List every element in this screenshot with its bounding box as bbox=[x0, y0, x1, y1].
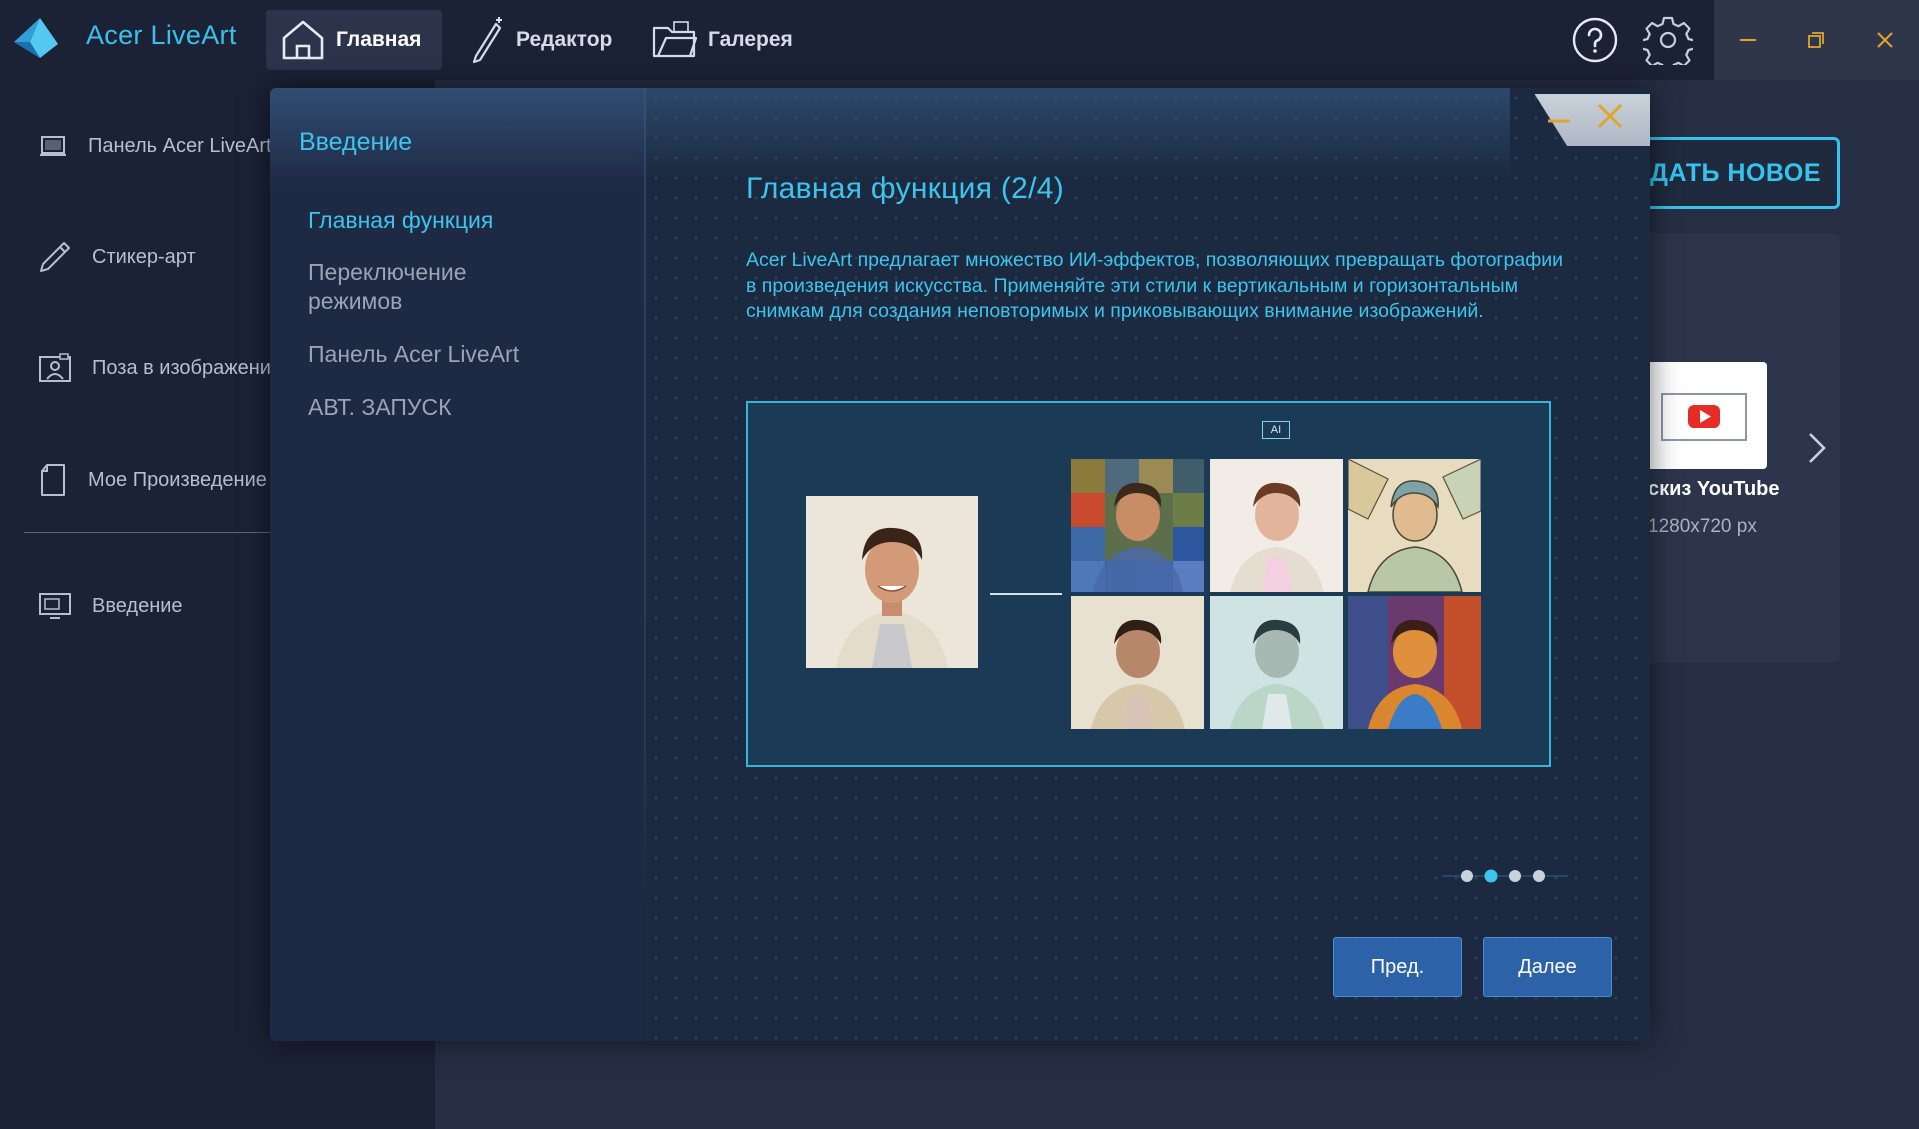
prev-button[interactable]: Пред. bbox=[1333, 937, 1462, 997]
effect-sepia-thumbnail bbox=[1071, 596, 1204, 729]
folder-images-icon bbox=[652, 21, 698, 58]
close-icon bbox=[1877, 32, 1893, 48]
sidebar-item-my-artwork[interactable]: Мое Произведение bbox=[38, 460, 267, 500]
minimize-icon[interactable] bbox=[1542, 100, 1576, 134]
page-dot-active[interactable] bbox=[1484, 869, 1498, 883]
dialog-heading: Введение bbox=[299, 128, 413, 156]
tab-editor[interactable]: Редактор bbox=[456, 10, 626, 70]
restore-icon bbox=[1808, 32, 1824, 48]
chevron-right-icon[interactable] bbox=[1800, 430, 1832, 466]
title-bar: Acer LiveArt Главная Редактор Галерея bbox=[0, 0, 1919, 80]
minimize-window-button[interactable] bbox=[1714, 0, 1782, 80]
help-icon[interactable] bbox=[1572, 17, 1618, 63]
sidebar-item-liveart-panel[interactable]: Панель Acer LiveArt bbox=[38, 126, 272, 166]
dialog-nav-mode-switch[interactable]: Переключение режимов bbox=[308, 258, 528, 316]
sidebar-item-introduction[interactable]: Введение bbox=[38, 586, 183, 626]
sidebar-item-pose[interactable]: Поза в изображении bbox=[38, 348, 282, 388]
youtube-icon bbox=[1661, 393, 1747, 441]
sidebar-item-label: Мое Произведение bbox=[88, 468, 267, 491]
presentation-icon bbox=[39, 593, 71, 619]
magic-wand-icon bbox=[472, 17, 502, 64]
sidebar-item-label: Стикер-арт bbox=[92, 245, 196, 268]
introduction-dialog: Введение Главная функция Переключение ре… bbox=[270, 88, 1650, 1041]
template-size: 1280x720 px bbox=[1648, 516, 1757, 537]
tab-gallery[interactable]: Галерея bbox=[638, 10, 807, 70]
sidebar-item-label: Панель Acer LiveArt bbox=[88, 134, 272, 157]
acer-liveart-logo bbox=[14, 18, 58, 58]
youtube-template-card[interactable] bbox=[1640, 362, 1767, 469]
effect-soft-pastel-thumbnail bbox=[1210, 459, 1343, 592]
restore-window-button[interactable] bbox=[1782, 0, 1850, 80]
tab-gallery-label: Галерея bbox=[708, 28, 793, 51]
page-dot[interactable] bbox=[1509, 870, 1521, 882]
monitor-frame-icon bbox=[40, 136, 66, 156]
template-caption: скиз YouTube bbox=[1648, 478, 1780, 500]
dialog-nav-main-function[interactable]: Главная функция bbox=[308, 206, 493, 235]
pen-icon bbox=[40, 242, 70, 272]
effect-vivid-color-thumbnail bbox=[1348, 596, 1481, 729]
ai-badge: AI bbox=[1262, 421, 1290, 439]
document-icon bbox=[41, 464, 65, 496]
ai-effects-illustration: AI bbox=[746, 401, 1551, 767]
gear-icon[interactable] bbox=[1643, 15, 1693, 65]
effect-cool-tone-thumbnail bbox=[1210, 596, 1343, 729]
window-controls bbox=[1714, 0, 1919, 80]
close-icon[interactable] bbox=[1592, 98, 1628, 134]
tab-home-label: Главная bbox=[336, 28, 422, 51]
next-button[interactable]: Далее bbox=[1483, 937, 1612, 997]
page-indicator bbox=[1442, 869, 1568, 883]
tab-home[interactable]: Главная bbox=[266, 10, 442, 70]
dialog-title: Главная функция (2/4) bbox=[746, 172, 1065, 205]
page-dot[interactable] bbox=[1533, 870, 1545, 882]
sidebar-item-label: Введение bbox=[92, 594, 183, 617]
sidebar-divider bbox=[24, 532, 270, 533]
home-icon bbox=[282, 20, 324, 60]
effect-mosaic-thumbnail bbox=[1071, 459, 1204, 592]
minimize-icon bbox=[1740, 39, 1756, 41]
dialog-description: Acer LiveArt предлагает множество ИИ-эфф… bbox=[746, 249, 1564, 322]
app-title: Acer LiveArt bbox=[86, 20, 237, 50]
effect-stained-glass-thumbnail bbox=[1348, 459, 1481, 592]
sidebar-item-sticker-art[interactable]: Стикер-арт bbox=[38, 237, 196, 277]
sidebar-item-label: Поза в изображении bbox=[92, 356, 283, 379]
source-portrait-image bbox=[806, 496, 978, 668]
dialog-nav-liveart-panel[interactable]: Панель Acer LiveArt bbox=[308, 340, 519, 369]
dialog-nav-autostart[interactable]: АВТ. ЗАПУСК bbox=[308, 393, 452, 422]
tab-editor-label: Редактор bbox=[516, 28, 613, 51]
person-photo-icon bbox=[39, 353, 71, 382]
connector-line bbox=[990, 593, 1062, 595]
page-dot[interactable] bbox=[1461, 870, 1473, 882]
close-window-button[interactable] bbox=[1851, 0, 1919, 80]
